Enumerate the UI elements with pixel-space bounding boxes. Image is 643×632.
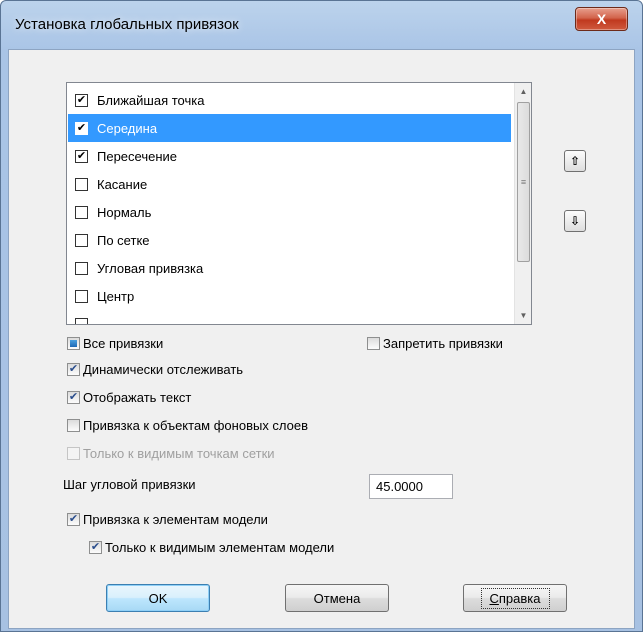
list-scrollbar[interactable]: ▲ ≡ ▼ xyxy=(514,83,531,324)
list-item-checkbox[interactable]: ✔ xyxy=(75,121,88,135)
checkbox-icon xyxy=(367,336,380,350)
list-item[interactable]: ✔ Ближайшая точка xyxy=(68,86,511,114)
check-icon: ✔ xyxy=(76,93,87,106)
forbid-snaps-label: Запретить привязки xyxy=(383,335,503,351)
show-text-checkbox[interactable]: ✔ Отображать текст xyxy=(67,388,191,406)
angle-step-label: Шаг угловой привязки xyxy=(63,477,196,492)
list-item[interactable]: Угловая привязка xyxy=(68,254,511,282)
list-item-partial[interactable] xyxy=(68,310,511,324)
list-item[interactable]: По сетке xyxy=(68,226,511,254)
list-item-checkbox[interactable] xyxy=(75,233,88,247)
close-button[interactable]: X xyxy=(575,7,628,31)
ok-button[interactable]: OK xyxy=(106,584,210,612)
checkbox-indeterminate-icon xyxy=(67,336,80,350)
close-icon: X xyxy=(596,11,607,27)
check-icon: ✔ xyxy=(68,362,79,375)
list-item-label: Центр xyxy=(97,288,135,304)
check-icon: ✔ xyxy=(76,121,87,134)
arrow-down-icon: ⇩ xyxy=(569,214,581,228)
help-button-label: Справка xyxy=(480,587,550,609)
checkbox-checked-icon: ✔ xyxy=(89,540,102,554)
checkbox-checked-icon: ✔ xyxy=(67,390,80,404)
list-item[interactable]: Центр xyxy=(68,282,511,310)
list-item-label: Пересечение xyxy=(97,148,178,164)
list-item-checkbox[interactable] xyxy=(75,177,88,191)
only-visible-grid-points-label: Только к видимым точкам сетки xyxy=(83,445,275,461)
snap-background-layers-checkbox[interactable]: Привязка к объектам фоновых слоев xyxy=(67,416,308,434)
checkbox-disabled-icon xyxy=(67,446,80,460)
snap-list[interactable]: ✔ Ближайшая точка ✔ Середина ✔ Пересечен… xyxy=(66,82,532,325)
dialog-title: Установка глобальных привязок xyxy=(15,16,239,33)
show-text-label: Отображать текст xyxy=(83,389,192,405)
checkbox-icon xyxy=(67,418,80,432)
help-button[interactable]: Справка xyxy=(463,584,567,612)
scroll-up-icon[interactable]: ▲ xyxy=(515,83,531,100)
list-item-checkbox[interactable]: ✔ xyxy=(75,93,88,107)
list-item[interactable]: ✔ Середина xyxy=(68,114,511,142)
snap-model-elements-label: Привязка к элементам модели xyxy=(83,511,268,527)
ok-button-label: OK xyxy=(148,590,168,606)
dialog-window: Установка глобальных привязок X ✔ Ближай… xyxy=(0,0,643,632)
list-item[interactable]: Касание xyxy=(68,170,511,198)
list-item-label: По сетке xyxy=(97,232,150,248)
list-item-checkbox[interactable]: ✔ xyxy=(75,149,88,163)
list-item-checkbox[interactable] xyxy=(75,289,88,303)
only-visible-model-elements-label: Только к видимым элементам модели xyxy=(105,539,335,555)
list-item-label: Угловая привязка xyxy=(97,260,204,276)
title-bar[interactable]: Установка глобальных привязок X xyxy=(1,1,642,51)
checkbox-checked-icon: ✔ xyxy=(67,512,80,526)
forbid-snaps-checkbox[interactable]: Запретить привязки xyxy=(367,334,503,352)
help-label-rest: правка xyxy=(498,590,541,606)
list-item-label: Касание xyxy=(97,176,148,192)
scroll-down-icon[interactable]: ▼ xyxy=(515,307,531,324)
help-accelerator: С xyxy=(489,590,499,606)
only-visible-model-elements-checkbox[interactable]: ✔ Только к видимым элементам модели xyxy=(89,538,334,556)
arrow-up-icon: ⇧ xyxy=(569,154,581,168)
list-item-label: Ближайшая точка xyxy=(97,92,205,108)
all-snaps-checkbox[interactable]: Все привязки xyxy=(67,334,163,352)
check-icon: ✔ xyxy=(90,540,101,553)
move-down-button[interactable]: ⇩ xyxy=(564,210,586,232)
only-visible-grid-points-checkbox: Только к видимым точкам сетки xyxy=(67,444,275,462)
cancel-button[interactable]: Отмена xyxy=(285,584,389,612)
check-icon: ✔ xyxy=(68,512,79,525)
dialog-client-area: ✔ Ближайшая точка ✔ Середина ✔ Пересечен… xyxy=(8,49,635,629)
dynamic-tracking-label: Динамически отслеживать xyxy=(83,361,244,377)
scroll-thumb[interactable]: ≡ xyxy=(517,102,530,262)
list-item-label: Нормаль xyxy=(97,204,152,220)
list-item[interactable]: ✔ Пересечение xyxy=(68,142,511,170)
move-up-button[interactable]: ⇧ xyxy=(564,150,586,172)
checkbox-checked-icon: ✔ xyxy=(67,362,80,376)
list-item[interactable]: Нормаль xyxy=(68,198,511,226)
list-item-checkbox[interactable] xyxy=(75,205,88,219)
list-item-checkbox[interactable] xyxy=(75,317,88,324)
dynamic-tracking-checkbox[interactable]: ✔ Динамически отслеживать xyxy=(67,360,243,378)
cancel-button-label: Отмена xyxy=(313,590,361,606)
snap-background-layers-label: Привязка к объектам фоновых слоев xyxy=(83,417,309,433)
check-icon: ✔ xyxy=(68,390,79,403)
list-item-label: Середина xyxy=(97,120,158,136)
check-icon: ✔ xyxy=(76,149,87,162)
list-item-checkbox[interactable] xyxy=(75,261,88,275)
all-snaps-label: Все привязки xyxy=(83,335,164,351)
snap-model-elements-checkbox[interactable]: ✔ Привязка к элементам модели xyxy=(67,510,268,528)
angle-step-input[interactable] xyxy=(369,474,453,499)
